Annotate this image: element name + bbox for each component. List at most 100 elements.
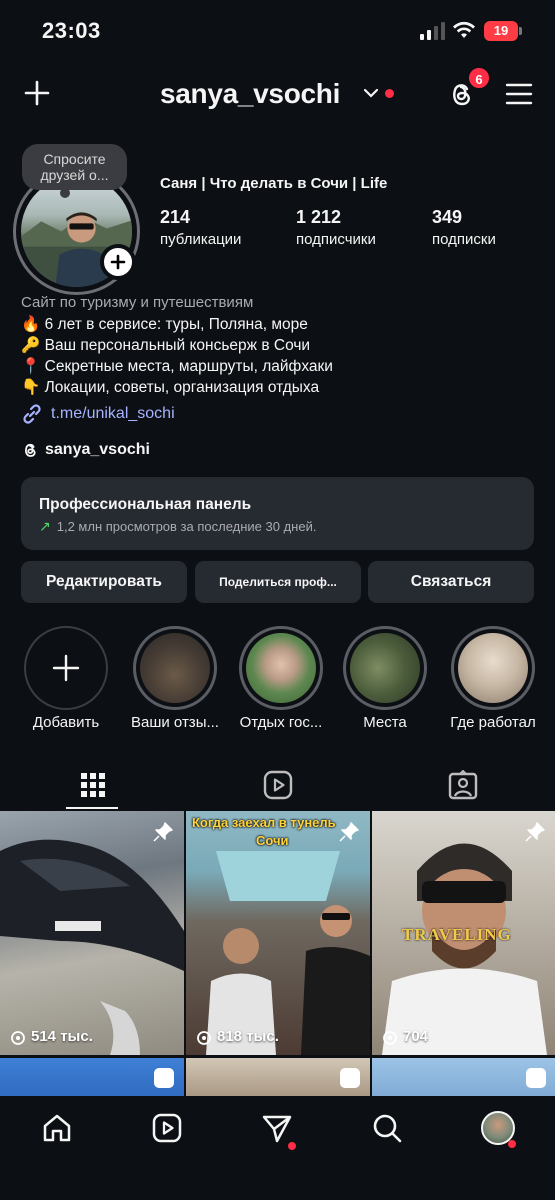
menu-button[interactable]	[502, 77, 536, 111]
pin-icon: 📍	[21, 358, 41, 375]
post-tile[interactable]	[0, 1058, 184, 1096]
stat-label: подписчики	[296, 231, 376, 248]
post-tile[interactable]	[186, 1058, 370, 1096]
threads-icon	[25, 443, 36, 457]
highlight-cover	[246, 633, 316, 703]
reels-badge-icon	[154, 1068, 174, 1088]
plus-icon	[110, 254, 126, 270]
tagged-icon	[448, 770, 477, 800]
post-tile[interactable]: 514 тыс.	[0, 811, 184, 1055]
eye-icon	[383, 1030, 397, 1045]
post-caption-mid: TRAVELING	[402, 925, 512, 944]
hamburger-menu-icon	[505, 83, 533, 105]
bio-line: 🔥 6 лет в сервисе: туры, Поляна, море	[21, 316, 308, 333]
bio-line: 📍 Секретные места, маршруты, лайфхаки	[21, 358, 333, 375]
reels-icon	[152, 1113, 182, 1143]
link-text: t.me/unikal_sochi	[51, 405, 175, 422]
active-tab-indicator	[66, 807, 118, 809]
tab-reels[interactable]	[185, 760, 370, 810]
cellular-signal-icon	[420, 22, 446, 40]
highlight-reviews[interactable]: Ваши отзы...	[130, 626, 220, 731]
plus-icon	[52, 654, 80, 682]
highlight-label: Добавить	[32, 714, 100, 731]
view-count: 514 тыс.	[10, 1028, 93, 1045]
stat-value: 1 212	[296, 207, 342, 227]
nav-search[interactable]	[367, 1108, 407, 1148]
bio-link[interactable]: t.me/unikal_sochi	[21, 403, 175, 425]
account-notification-dot	[385, 89, 394, 98]
pinned-icon	[525, 822, 545, 842]
bottom-navigation	[0, 1096, 555, 1200]
highlight-vacation[interactable]: Отдых гос...	[234, 626, 328, 731]
add-story-button[interactable]	[100, 244, 136, 280]
highlight-label: Ваши отзы...	[131, 714, 219, 731]
stat-label: публикации	[160, 231, 242, 248]
threads-username: sanya_vsochi	[45, 441, 150, 458]
link-icon	[23, 404, 41, 424]
account-switcher[interactable]: sanya_vsochi	[160, 78, 340, 110]
post-tile[interactable]: Когда заехал в тунель Сочи 818 тыс.	[186, 811, 370, 1055]
posts-count[interactable]: 214 публикации	[160, 207, 241, 248]
home-icon	[43, 1114, 71, 1142]
eye-icon	[11, 1030, 25, 1045]
post-caption-sub: Сочи	[256, 833, 289, 848]
profile-full-name: Саня | Что делать в Сочи | Life	[160, 175, 388, 192]
reels-badge-icon	[526, 1068, 546, 1088]
following-count[interactable]: 349 подписки	[432, 207, 496, 248]
direct-notification-dot	[288, 1142, 296, 1150]
edit-profile-button[interactable]: Редактировать	[21, 561, 187, 603]
profile-tabs	[0, 760, 555, 810]
send-icon	[262, 1115, 292, 1143]
battery-indicator: 19	[484, 21, 518, 41]
contact-button[interactable]: Связаться	[368, 561, 534, 603]
dashboard-subtitle: ↗ 1,2 млн просмотров за последние 30 дне…	[39, 518, 317, 534]
share-profile-button[interactable]: Поделиться проф...	[195, 561, 361, 603]
highlight-add[interactable]: Добавить	[23, 626, 109, 731]
nav-home[interactable]	[37, 1108, 77, 1148]
bio-line: 👇 Локации, советы, организация отдыха	[21, 379, 320, 396]
notes-bubble[interactable]: Спросите друзей о...	[22, 144, 127, 190]
key-icon: 🔑	[21, 337, 41, 354]
highlight-places[interactable]: Места	[342, 626, 428, 731]
nav-reels[interactable]	[147, 1108, 187, 1148]
highlight-worked[interactable]: Где работал	[443, 626, 543, 731]
stat-value: 349	[432, 207, 463, 227]
highlight-label: Где работал	[450, 714, 536, 731]
fire-icon: 🔥	[21, 316, 41, 333]
eye-icon	[197, 1030, 211, 1045]
post-image-car	[0, 839, 184, 1055]
view-count: 818 тыс.	[196, 1028, 279, 1045]
tab-grid[interactable]	[0, 760, 185, 810]
highlight-cover	[140, 633, 210, 703]
plus-icon	[24, 80, 50, 106]
profile-header: sanya_vsochi 6	[0, 62, 555, 126]
pinned-icon	[153, 822, 173, 842]
highlight-cover	[458, 633, 528, 703]
post-tile[interactable]	[372, 1058, 555, 1096]
search-icon	[373, 1114, 402, 1143]
chevron-down-icon[interactable]	[362, 84, 380, 102]
profile-category: Сайт по туризму и путешествиям	[21, 294, 254, 311]
stat-label: подписки	[432, 231, 496, 248]
bio-line: 🔑 Ваш персональный консьерж в Сочи	[21, 337, 311, 354]
followers-count[interactable]: 1 212 подписчики	[296, 207, 376, 248]
stat-value: 214	[160, 207, 191, 227]
pointing-down-icon: 👇	[21, 379, 41, 396]
highlight-label: Места	[363, 714, 407, 731]
grid-icon	[80, 773, 105, 797]
wifi-icon	[453, 21, 475, 38]
threads-badge: 6	[467, 66, 491, 90]
reels-icon	[263, 770, 292, 800]
highlight-label: Отдых гос...	[239, 714, 323, 731]
status-time: 23:03	[42, 18, 101, 43]
tab-tagged[interactable]	[370, 760, 555, 810]
highlight-cover	[350, 633, 420, 703]
post-tile[interactable]: TRAVELING 704	[372, 811, 555, 1055]
reels-badge-icon	[340, 1068, 360, 1088]
pinned-icon	[339, 822, 359, 842]
threads-profile-link[interactable]: sanya_vsochi	[21, 441, 150, 459]
professional-dashboard[interactable]: Профессиональная панель ↗ 1,2 млн просмо…	[21, 477, 534, 550]
create-button[interactable]	[20, 76, 54, 110]
view-count: 704	[382, 1028, 428, 1045]
battery-cap	[519, 27, 522, 35]
